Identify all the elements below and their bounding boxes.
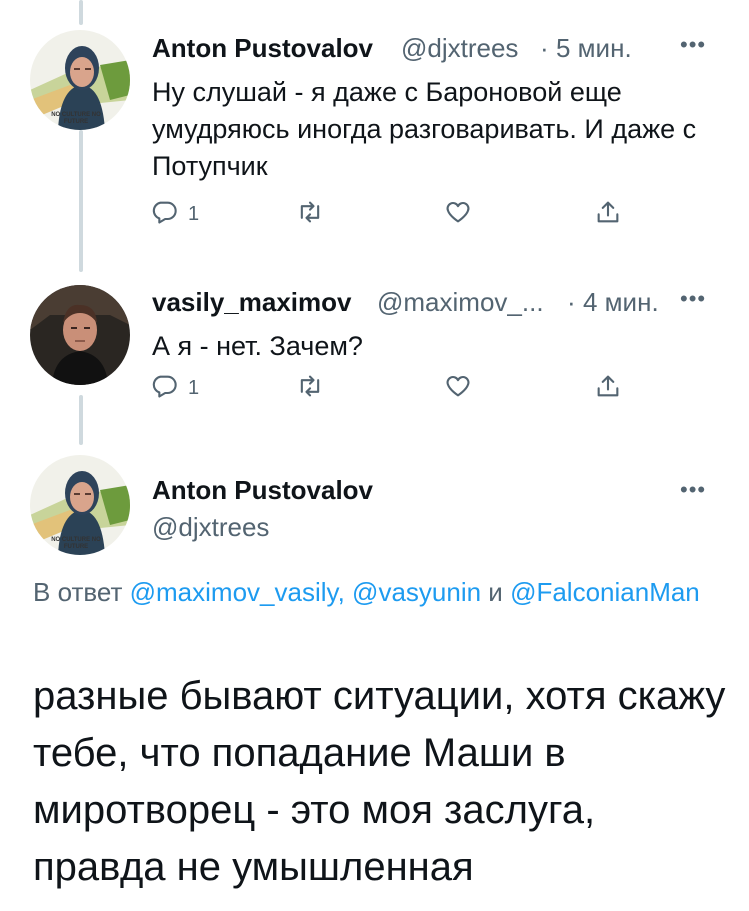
author-handle[interactable]: @maximov_... [377, 287, 544, 318]
reply-icon [150, 198, 178, 231]
retweet-icon [296, 372, 324, 405]
reply-icon [150, 372, 178, 405]
author-name[interactable]: Anton Pustovalov [152, 475, 373, 506]
thread-line-2 [79, 395, 83, 445]
retweet-button[interactable] [296, 372, 324, 405]
timestamp[interactable]: 4 мин. [583, 287, 659, 318]
reply-button[interactable]: 1 [150, 372, 199, 405]
mention-link[interactable]: @vasyunin [352, 577, 481, 607]
share-icon [594, 198, 622, 231]
author-name[interactable]: Anton Pustovalov [152, 33, 373, 64]
like-button[interactable] [444, 372, 472, 405]
author-handle[interactable]: @djxtrees [152, 512, 269, 543]
avatar-caption: NO CULTURE NO FUTURE [51, 537, 101, 550]
tweet-text: разные бывают ситуации, хотя скажу тебе,… [33, 674, 726, 889]
share-icon [594, 372, 622, 405]
like-icon [444, 198, 472, 231]
reply-count: 1 [188, 203, 200, 225]
author-handle[interactable]: @djxtrees [401, 33, 518, 64]
retweet-icon [296, 198, 324, 231]
tweet-text: А я - нет. Зачем? [152, 331, 363, 361]
separator-dot: · [540, 33, 549, 63]
more-icon[interactable]: ••• [680, 477, 706, 503]
reply-and: и [488, 577, 503, 607]
reply-button[interactable]: 1 [150, 198, 199, 231]
tweet-text: Ну слушай - я даже с Бароновой еще умудр… [152, 77, 697, 181]
like-icon [444, 372, 472, 405]
mention-link[interactable]: @FalconianMan [510, 577, 700, 607]
avatar[interactable] [30, 285, 130, 385]
timestamp[interactable]: 5 мин. [556, 33, 632, 64]
reply-count: 1 [188, 377, 200, 399]
more-icon[interactable]: ••• [680, 286, 706, 312]
retweet-button[interactable] [296, 198, 324, 231]
reply-context: В ответ @maximov_vasily, @vasyunin и @Fa… [33, 572, 723, 612]
author-name[interactable]: vasily_maximov [152, 287, 351, 318]
mention-link[interactable]: @maximov_vasily, [130, 577, 345, 607]
avatar-caption: NO CULTURE NO FUTURE [51, 112, 101, 125]
share-button[interactable] [594, 198, 622, 231]
thread-line-top [79, 0, 83, 25]
separator-dot: · [567, 287, 576, 317]
thread-line-1 [79, 130, 83, 272]
share-button[interactable] [594, 372, 622, 405]
reply-prefix: В ответ [33, 577, 123, 607]
more-icon[interactable]: ••• [680, 32, 706, 58]
like-button[interactable] [444, 198, 472, 231]
